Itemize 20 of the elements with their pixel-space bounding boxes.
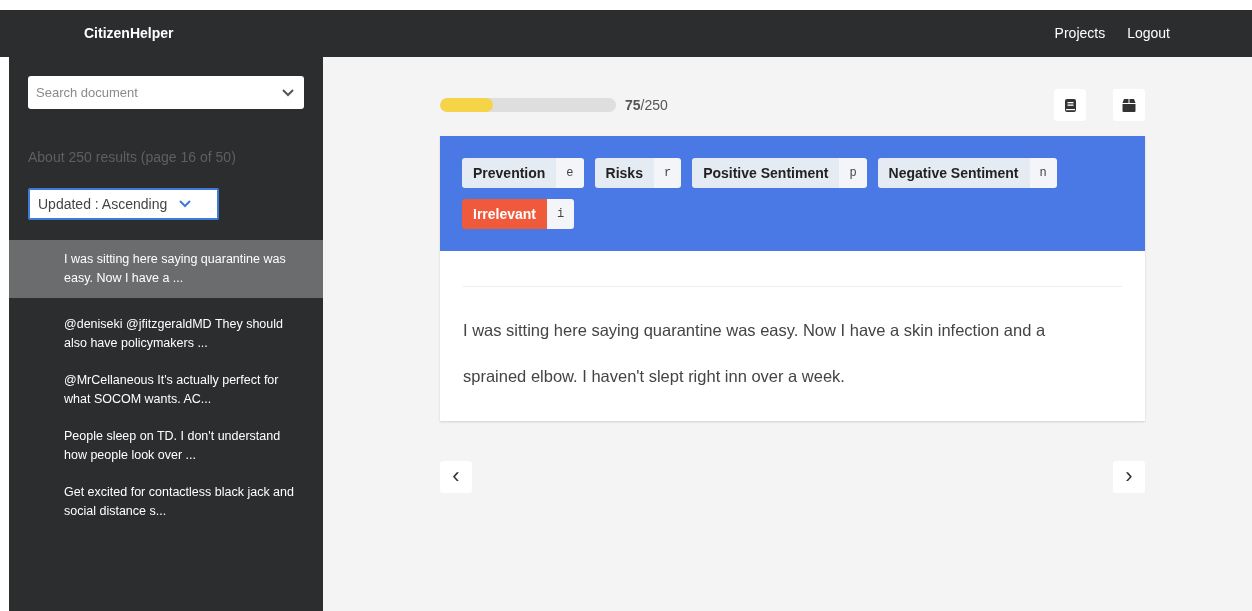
document-list-item[interactable]: I was sitting here saying quarantine was easy. Now I have a ... <box>9 240 323 298</box>
previous-button[interactable]: ‹ <box>440 461 472 493</box>
nav-link[interactable]: Logout <box>1127 23 1170 44</box>
document-list-item[interactable]: People sleep on TD. I don't understand how people look over ... <box>9 418 323 474</box>
sort-select[interactable]: Updated : Ascending <box>28 188 219 220</box>
search-field[interactable]: Search document <box>28 76 304 109</box>
chevron-down-icon <box>179 200 192 208</box>
document-list-item[interactable]: @MrCellaneous It's actually perfect for what SOCOM wants. AC... <box>9 362 323 418</box>
document-list-item[interactable]: Get excited for contactless black jack and social distance s... <box>9 474 323 530</box>
next-button[interactable]: › <box>1113 461 1145 493</box>
chevron-down-icon <box>282 89 294 97</box>
book-icon <box>1064 98 1076 112</box>
nav-link[interactable]: Projects <box>1054 23 1106 44</box>
book-button[interactable] <box>1054 89 1086 121</box>
progress-count: 75/250 <box>625 95 668 115</box>
brand-title[interactable]: CitizenHelper <box>84 23 174 44</box>
box-icon <box>1122 98 1136 112</box>
document-list-item[interactable]: @deniseki @jfitzgeraldMD They should also have policymakers ... <box>9 306 323 362</box>
box-button[interactable] <box>1113 89 1145 121</box>
document-text: I was sitting here saying quarantine was easy. Now I have a skin infection and a sprained elbow. I haven't slept right inn over a week. <box>463 320 1047 387</box>
